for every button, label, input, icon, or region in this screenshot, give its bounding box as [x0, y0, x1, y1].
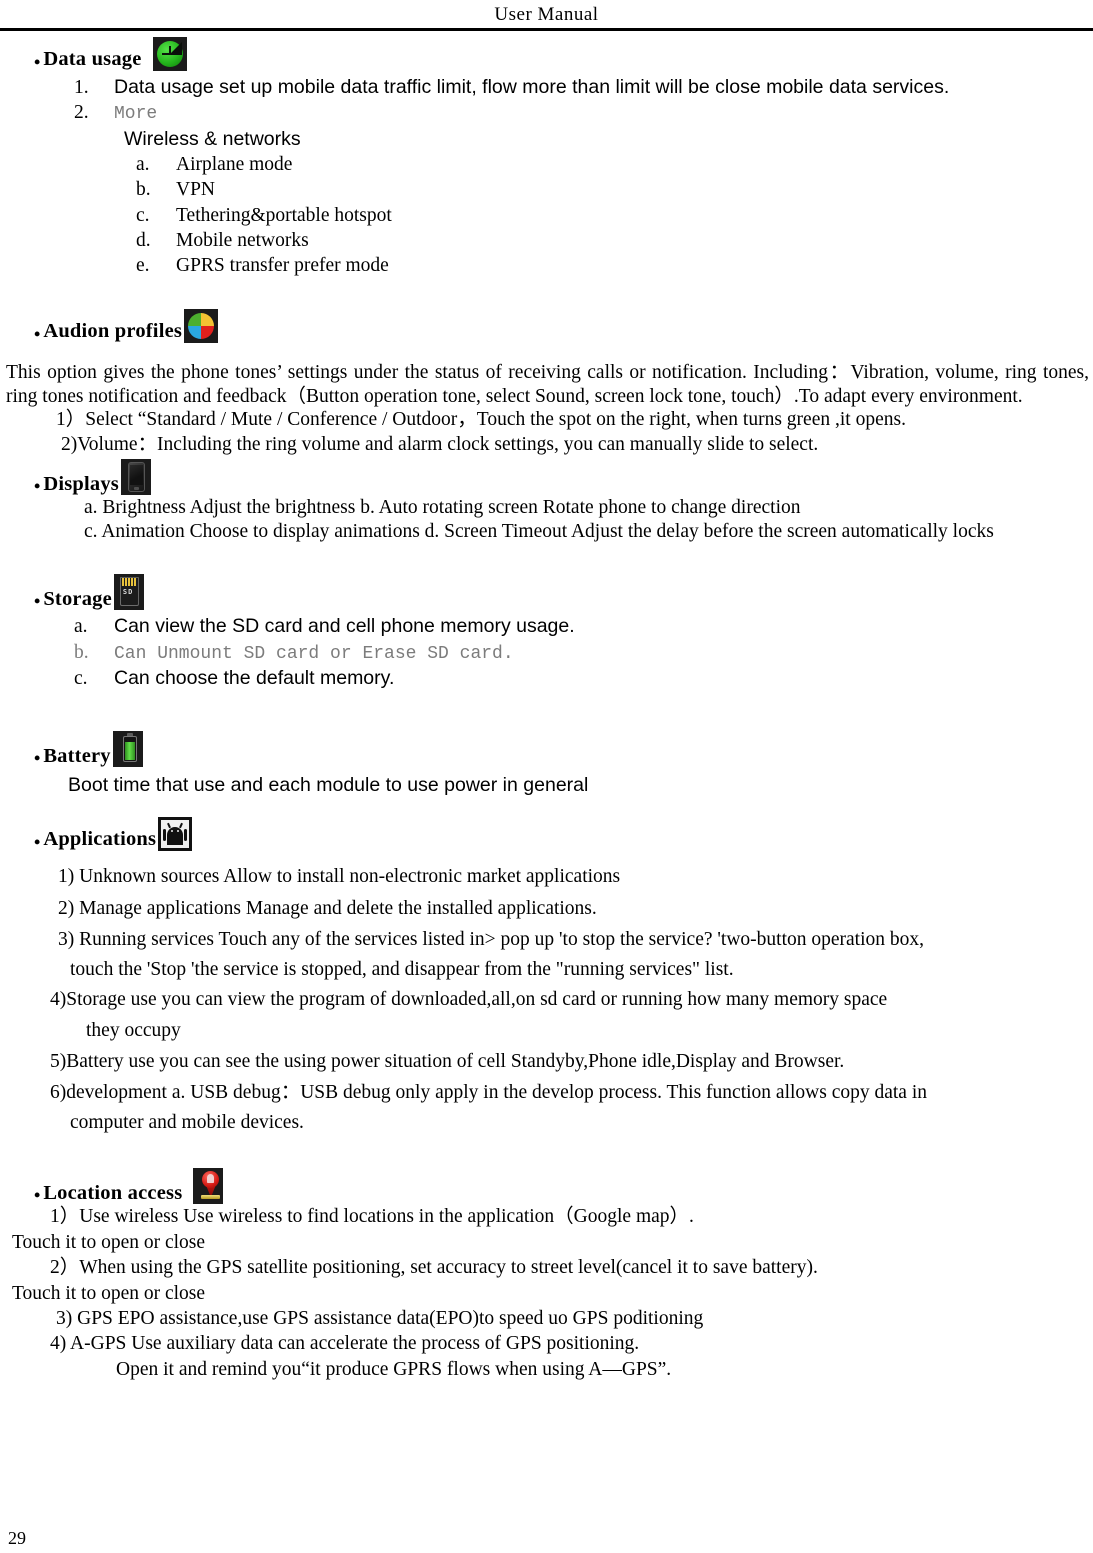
list-item-label: Mobile networks — [176, 230, 309, 252]
page-header: User Manual — [0, 0, 1093, 28]
wireless-networks-sublist: a. Airplane mode b. VPN c. Tethering&por… — [6, 152, 1089, 279]
list-item: a. Airplane mode — [6, 152, 1089, 177]
list-marker: c. — [74, 667, 88, 689]
storage-list: a. Can view the SD card and cell phone m… — [6, 614, 1089, 691]
data-usage-item-2: 2. More — [6, 100, 1089, 126]
location-pin-icon — [193, 1168, 224, 1205]
applications-item-3-line-2: touch the 'Stop 'the service is stopped,… — [70, 959, 734, 981]
list-marker: a. — [136, 154, 150, 176]
list-marker: e. — [136, 255, 150, 277]
list-marker: b. — [136, 179, 151, 201]
section-heading-location-access: • Location access — [6, 1168, 1089, 1206]
section-heading-data-usage: • Data usage — [6, 37, 1089, 71]
battery-icon — [112, 731, 143, 768]
page-number: 29 — [8, 1528, 26, 1548]
header-title: User Manual — [494, 4, 599, 25]
audio-profiles-paragraph: This option gives the phone tones’ setti… — [6, 361, 1089, 407]
displays-line-1: a. Brightness Adjust the brightness b. A… — [84, 497, 801, 519]
list-item: d. Mobile networks — [6, 228, 1089, 253]
applications-item-4-line-1: 4)Storage use you can view the program o… — [50, 989, 888, 1011]
wireless-networks-subheading: Wireless & networks — [124, 127, 301, 150]
location-line-2: Touch it to open or close — [12, 1231, 206, 1253]
applications-item-2: 2) Manage applications Manage and delete… — [58, 897, 597, 919]
list-item-label: Can Unmount SD card or Erase SD card. — [114, 643, 514, 664]
list-marker: b. — [74, 641, 89, 663]
applications-item-6-line-2: computer and mobile devices. — [70, 1112, 304, 1134]
applications-item-4-line-2: they occupy — [86, 1019, 181, 1041]
bullet-dot: • — [34, 831, 41, 852]
display-icon — [120, 459, 151, 496]
location-access-list: 1）Use wireless Use wireless to find loca… — [6, 1204, 1089, 1381]
applications-item-1: 1) Unknown sources Allow to install non-… — [58, 865, 621, 887]
displays-line-2: c. Animation Choose to display animation… — [84, 521, 994, 543]
bullet-dot: • — [34, 591, 41, 612]
applications-list: 1) Unknown sources Allow to install non-… — [6, 861, 1089, 1139]
heading-label: Location access — [43, 1181, 183, 1204]
location-line-3: 2）When using the GPS satellite positioni… — [50, 1257, 818, 1279]
battery-description: Boot time that use and each module to us… — [68, 774, 589, 797]
data-usage-item-1: 1. Data usage set up mobile data traffic… — [6, 75, 1089, 100]
list-marker: a. — [74, 616, 88, 638]
list-item: a. Can view the SD card and cell phone m… — [6, 614, 1089, 639]
applications-item-6-line-1: 6)development a. USB debug：USB debug onl… — [50, 1082, 927, 1104]
list-item: e. GPRS transfer prefer mode — [6, 253, 1089, 278]
list-item-label: GPRS transfer prefer mode — [176, 255, 389, 277]
section-heading-audio-profiles: • Audion profiles — [6, 308, 1089, 344]
heading-label: Applications — [43, 828, 157, 851]
list-item-label: More — [114, 104, 158, 125]
list-item: b. Can Unmount SD card or Erase SD card. — [6, 640, 1089, 666]
list-marker: 1. — [74, 77, 89, 98]
location-line-6: 4) A-GPS Use auxiliary data can accelera… — [50, 1333, 640, 1355]
heading-label: Storage — [43, 587, 112, 610]
android-robot-icon — [158, 816, 193, 851]
bullet-dot: • — [34, 323, 41, 344]
section-heading-battery: • Battery — [6, 731, 1089, 769]
location-line-7: Open it and remind you“it produce GPRS f… — [116, 1358, 672, 1380]
header-divider — [0, 28, 1093, 31]
list-marker: c. — [136, 204, 150, 226]
audio-profiles-icon — [184, 308, 219, 343]
list-item: c. Can choose the default memory. — [6, 666, 1089, 691]
location-line-4: Touch it to open or close — [12, 1282, 206, 1304]
section-heading-displays: • Displays — [6, 459, 1089, 497]
list-item-label: Can view the SD card and cell phone memo… — [114, 615, 575, 638]
location-line-1: 1）Use wireless Use wireless to find loca… — [50, 1206, 694, 1228]
list-item: c. Tethering&portable hotspot — [6, 203, 1089, 228]
sd-card-icon: SD — [113, 574, 144, 611]
heading-label: Battery — [43, 744, 111, 767]
heading-label: Displays — [43, 472, 119, 495]
heading-label: Audion profiles — [43, 320, 183, 343]
heading-label: Data usage — [43, 48, 142, 71]
audio-profiles-item-1: 1）Select “Standard / Mute / Conference /… — [56, 409, 906, 431]
list-item-label: Tethering&portable hotspot — [176, 204, 392, 226]
list-marker: d. — [136, 230, 151, 252]
applications-item-3-line-1: 3) Running services Touch any of the ser… — [58, 929, 924, 950]
list-item-label: Airplane mode — [176, 154, 293, 176]
applications-item-5: 5)Battery use you can see the using powe… — [50, 1050, 845, 1072]
list-item: b. VPN — [6, 177, 1089, 202]
list-item-label: Can choose the default memory. — [114, 666, 395, 689]
location-line-5: 3) GPS EPO assistance,use GPS assistance… — [56, 1307, 704, 1329]
section-heading-applications: • Applications — [6, 816, 1089, 852]
data-usage-icon — [152, 37, 187, 71]
audio-profiles-item-2: 2)Volume：Including the ring volume and a… — [61, 433, 819, 455]
list-marker: 2. — [74, 102, 89, 124]
bullet-dot: • — [34, 476, 41, 497]
section-heading-storage: • Storage SD — [6, 574, 1089, 612]
list-item-label: Data usage set up mobile data traffic li… — [114, 76, 950, 98]
bullet-dot: • — [34, 1185, 41, 1206]
document-body: • Data usage 1. Data usage set up mobile… — [0, 37, 1093, 1382]
bullet-dot: • — [34, 52, 41, 72]
bullet-dot: • — [34, 748, 41, 769]
list-item-label: VPN — [176, 179, 216, 201]
